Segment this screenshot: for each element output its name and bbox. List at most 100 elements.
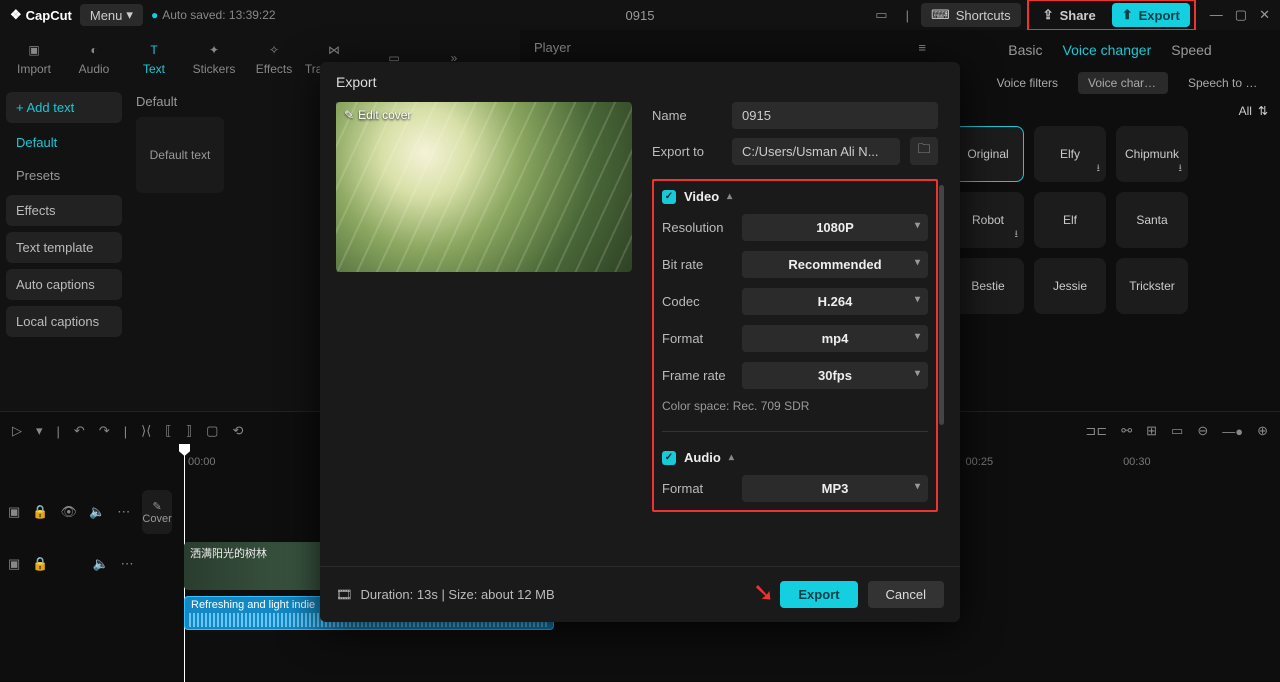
redo-icon[interactable]: ↷ bbox=[99, 423, 110, 439]
voice-elf[interactable]: Elf bbox=[1034, 192, 1106, 248]
voice-label: Robot bbox=[972, 213, 1004, 227]
tab-speed[interactable]: Speed bbox=[1171, 38, 1211, 62]
default-text-thumb[interactable]: Default text bbox=[136, 117, 224, 193]
sidebar-template[interactable]: Text template bbox=[6, 232, 122, 263]
framerate-select[interactable]: 30fps bbox=[742, 362, 928, 389]
player-menu-icon[interactable]: ≡ bbox=[918, 40, 926, 55]
sidebar-default[interactable]: Default bbox=[6, 129, 122, 156]
tab-text[interactable]: TText bbox=[124, 36, 184, 80]
zoom-slider[interactable]: —● bbox=[1222, 424, 1243, 439]
video-section-head[interactable]: ✓ Video ▴ bbox=[662, 189, 928, 204]
tab-import[interactable]: ▣ Import bbox=[4, 36, 64, 80]
audio-checkbox[interactable]: ✓ bbox=[662, 451, 676, 465]
mute-icon[interactable]: 🔈 bbox=[92, 556, 108, 572]
video-checkbox[interactable]: ✓ bbox=[662, 190, 676, 204]
filter-icon[interactable]: ⇅ bbox=[1258, 104, 1268, 118]
voice-jessie[interactable]: Jessie bbox=[1034, 258, 1106, 314]
split-icon[interactable]: ⟩⟨ bbox=[141, 423, 151, 439]
edit-cover-button[interactable]: ✎ Edit cover bbox=[344, 108, 411, 122]
format-select[interactable]: mp4 bbox=[742, 325, 928, 352]
subtab-characters[interactable]: Voice characters bbox=[1078, 72, 1168, 94]
cover-button[interactable]: ✎ Cover bbox=[142, 490, 172, 534]
exportto-value: C:/Users/Usman Ali N... bbox=[742, 144, 879, 159]
sidebar-autocap[interactable]: Auto captions bbox=[6, 269, 122, 300]
exportto-input[interactable]: C:/Users/Usman Ali N... bbox=[732, 138, 900, 165]
cursor-icon[interactable]: ▷ bbox=[12, 423, 22, 439]
name-label: Name bbox=[652, 108, 722, 123]
lock-icon[interactable]: 🔒 bbox=[32, 556, 48, 572]
chevron-down-icon[interactable]: ▾ bbox=[36, 423, 43, 439]
cancel-button[interactable]: Cancel bbox=[868, 581, 944, 608]
pencil-icon: ✎ bbox=[344, 108, 354, 122]
delete-icon[interactable]: ⟲ bbox=[232, 423, 243, 439]
export-label-top: Export bbox=[1139, 8, 1180, 23]
row-codec: Codec H.264 bbox=[662, 288, 928, 315]
zoom-out-icon[interactable]: ⊖ bbox=[1197, 423, 1208, 439]
shortcuts-button[interactable]: ⌨ Shortcuts bbox=[921, 3, 1021, 27]
tab-stickers[interactable]: ✦Stickers bbox=[184, 36, 244, 80]
stickers-icon: ✦ bbox=[204, 40, 224, 60]
voice-robot[interactable]: Robot⭳ bbox=[952, 192, 1024, 248]
sidebar-effects[interactable]: Effects bbox=[6, 195, 122, 226]
film-icon: 🎞 bbox=[336, 587, 353, 603]
voice-label: Bestie bbox=[971, 279, 1004, 293]
collapse-icon[interactable]: ▣ bbox=[8, 556, 20, 572]
aspect-icon[interactable]: ▭ bbox=[869, 5, 893, 25]
menu-button[interactable]: Menu ▾ bbox=[80, 4, 143, 26]
preview-icon[interactable]: ▭ bbox=[1171, 423, 1183, 439]
export-button-top[interactable]: ⬆ Export bbox=[1112, 3, 1190, 27]
bitrate-select[interactable]: Recommended bbox=[742, 251, 928, 278]
zoom-in-icon[interactable]: ⊕ bbox=[1257, 423, 1268, 439]
lock-icon[interactable]: 🔒 bbox=[32, 504, 48, 520]
voice-chipmunk[interactable]: Chipmunk⭳ bbox=[1116, 126, 1188, 182]
link-icon[interactable]: ⚯ bbox=[1121, 423, 1132, 439]
browse-folder-button[interactable]: 🗀 bbox=[910, 137, 938, 165]
sidebar-presets[interactable]: Presets bbox=[6, 162, 122, 189]
crop-icon[interactable]: ▢ bbox=[206, 423, 218, 439]
name-value: 0915 bbox=[742, 108, 771, 123]
import-icon: ▣ bbox=[24, 40, 44, 60]
audio-clip-label: Refreshing and light indie bbox=[191, 599, 315, 611]
sidebar-add-text[interactable]: + Add text bbox=[6, 92, 122, 123]
voice-label: Trickster bbox=[1129, 279, 1175, 293]
close-icon[interactable]: ✕ bbox=[1259, 7, 1270, 23]
collapse-icon[interactable]: ▣ bbox=[8, 504, 20, 520]
voice-bestie[interactable]: Bestie bbox=[952, 258, 1024, 314]
magnet-icon[interactable]: ⊐⊏ bbox=[1085, 423, 1107, 439]
tab-basic[interactable]: Basic bbox=[1008, 38, 1042, 62]
audio-format-select[interactable]: MP3 bbox=[742, 475, 928, 502]
tab-effects[interactable]: ✧Effects bbox=[244, 36, 304, 80]
resolution-select[interactable]: 1080P bbox=[742, 214, 928, 241]
trim-left-icon[interactable]: ⟦ bbox=[165, 423, 171, 439]
align-icon[interactable]: ⊞ bbox=[1146, 423, 1157, 439]
sidebar-localcap[interactable]: Local captions bbox=[6, 306, 122, 337]
share-button[interactable]: ⇪ Share bbox=[1033, 3, 1106, 27]
voice-original[interactable]: Original bbox=[952, 126, 1024, 182]
minimize-icon[interactable]: — bbox=[1210, 7, 1223, 23]
name-input[interactable]: 0915 bbox=[732, 102, 938, 129]
trim-right-icon[interactable]: ⟧ bbox=[186, 423, 192, 439]
app-name: CapCut bbox=[26, 8, 72, 23]
more-icon[interactable]: ⋯ bbox=[121, 556, 134, 572]
codec-label: Codec bbox=[662, 294, 732, 309]
tab-audio[interactable]: ◐Audio bbox=[64, 36, 124, 80]
subtab-filters[interactable]: Voice filters bbox=[987, 72, 1068, 94]
tab-voice-changer[interactable]: Voice changer bbox=[1063, 38, 1152, 62]
subtab-speech[interactable]: Speech to song bbox=[1178, 72, 1268, 94]
autosave-status: ● Auto saved: 13:39:22 bbox=[151, 8, 276, 22]
voice-trickster[interactable]: Trickster bbox=[1116, 258, 1188, 314]
mute-icon[interactable]: 🔈 bbox=[89, 504, 105, 520]
audio-section-head[interactable]: ✓ Audio ▴ bbox=[662, 450, 928, 465]
eye-icon[interactable]: 👁 bbox=[60, 504, 77, 520]
codec-select[interactable]: H.264 bbox=[742, 288, 928, 315]
transitions-icon: ⋈ bbox=[324, 40, 344, 60]
scrollbar[interactable] bbox=[939, 185, 944, 425]
undo-icon[interactable]: ↶ bbox=[74, 423, 85, 439]
voice-elfy[interactable]: Elfy⭳ bbox=[1034, 126, 1106, 182]
more-icon[interactable]: ⋯ bbox=[117, 504, 130, 520]
maximize-icon[interactable]: ▢ bbox=[1235, 7, 1247, 23]
tab-import-label: Import bbox=[17, 62, 51, 76]
voice-santa[interactable]: Santa bbox=[1116, 192, 1188, 248]
filter-all[interactable]: All bbox=[1239, 104, 1252, 118]
export-button[interactable]: Export bbox=[780, 581, 857, 608]
